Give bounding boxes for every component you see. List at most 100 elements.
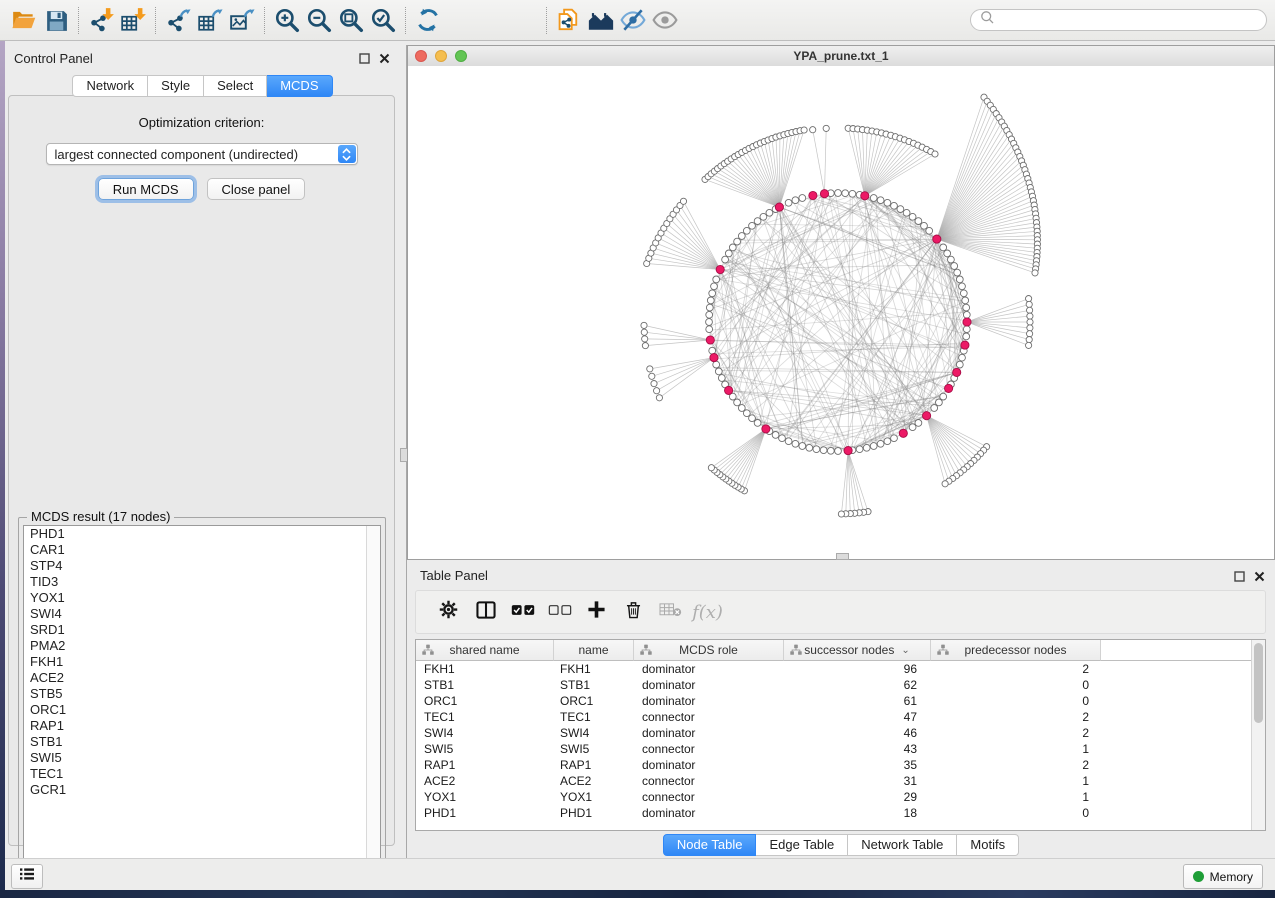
- graph-node[interactable]: [944, 250, 951, 257]
- column-header-predecessor-nodes[interactable]: predecessor nodes: [931, 640, 1101, 661]
- tab-motifs[interactable]: Motifs: [957, 834, 1019, 856]
- graph-leaf-node[interactable]: [942, 481, 948, 487]
- graph-leaf-node[interactable]: [1032, 270, 1038, 276]
- zoom-selected-button[interactable]: [367, 5, 399, 35]
- graph-node[interactable]: [915, 420, 922, 427]
- table-cell[interactable]: dominator: [634, 677, 784, 693]
- graph-node[interactable]: [877, 197, 884, 204]
- mcds-list-scrollbar[interactable]: [366, 526, 380, 883]
- table-scrollbar-thumb[interactable]: [1254, 643, 1263, 723]
- table-cell[interactable]: FKH1: [416, 661, 554, 677]
- float-panel-icon[interactable]: [359, 51, 370, 69]
- table-cell[interactable]: 2: [931, 725, 1101, 741]
- zoom-window-button[interactable]: [455, 50, 467, 62]
- optimization-criterion-select[interactable]: largest connected component (undirected): [46, 143, 358, 165]
- table-cell[interactable]: PHD1: [554, 805, 634, 821]
- graph-node[interactable]: [813, 446, 820, 453]
- graph-leaf-node[interactable]: [654, 388, 660, 394]
- graph-node[interactable]: [835, 190, 842, 197]
- graph-leaf-node[interactable]: [801, 127, 807, 133]
- graph-node[interactable]: [962, 297, 969, 304]
- graph-leaf-node[interactable]: [647, 366, 653, 372]
- network-overview-button[interactable]: [585, 5, 617, 35]
- graph-node[interactable]: [779, 435, 786, 442]
- graph-node[interactable]: [722, 256, 729, 263]
- table-row[interactable]: SWI4SWI4dominator462: [416, 725, 1265, 741]
- graph-node[interactable]: [806, 444, 813, 451]
- graph-hub-node[interactable]: [945, 384, 953, 392]
- memory-button[interactable]: Memory: [1183, 864, 1263, 889]
- mcds-result-item[interactable]: SWI4: [24, 606, 380, 622]
- table-cell[interactable]: dominator: [634, 805, 784, 821]
- table-cell[interactable]: 29: [784, 789, 931, 805]
- graph-leaf-node[interactable]: [642, 343, 648, 349]
- graph-leaf-node[interactable]: [1027, 313, 1033, 319]
- tab-network[interactable]: Network: [72, 75, 148, 97]
- graph-hub-node[interactable]: [775, 203, 783, 211]
- mcds-result-item[interactable]: RAP1: [24, 718, 380, 734]
- graph-node[interactable]: [940, 393, 947, 400]
- table-cell[interactable]: YOX1: [554, 789, 634, 805]
- graph-hub-node[interactable]: [953, 368, 961, 376]
- graph-node[interactable]: [891, 202, 898, 209]
- graph-node[interactable]: [948, 256, 955, 263]
- graph-leaf-node[interactable]: [708, 465, 714, 471]
- minimize-window-button[interactable]: [435, 50, 447, 62]
- close-panel-icon[interactable]: [379, 51, 390, 69]
- graph-leaf-node[interactable]: [1027, 325, 1033, 331]
- graph-leaf-node[interactable]: [838, 511, 844, 517]
- close-panel-button[interactable]: Close panel: [207, 178, 306, 200]
- table-cell[interactable]: STB1: [554, 677, 634, 693]
- graph-hub-node[interactable]: [861, 192, 869, 200]
- graph-node[interactable]: [820, 447, 827, 454]
- graph-hub-node[interactable]: [820, 190, 828, 198]
- graph-leaf-node[interactable]: [680, 198, 686, 204]
- graph-node[interactable]: [792, 440, 799, 447]
- table-cell[interactable]: RAP1: [416, 757, 554, 773]
- table-cell[interactable]: connector: [634, 709, 784, 725]
- table-cell[interactable]: 0: [931, 805, 1101, 821]
- graph-hub-node[interactable]: [716, 265, 724, 273]
- graph-node[interactable]: [940, 244, 947, 251]
- table-cell[interactable]: ORC1: [554, 693, 634, 709]
- export-table-button[interactable]: [194, 5, 226, 35]
- hide-graphics-details-button[interactable]: [617, 5, 649, 35]
- import-table-button[interactable]: [117, 5, 149, 35]
- graph-node[interactable]: [870, 443, 877, 450]
- run-mcds-button[interactable]: Run MCDS: [98, 178, 194, 200]
- graph-node[interactable]: [707, 297, 714, 304]
- table-row[interactable]: RAP1RAP1dominator352: [416, 757, 1265, 773]
- mcds-result-item[interactable]: TEC1: [24, 766, 380, 782]
- deselect-all-rows-button[interactable]: [541, 594, 578, 630]
- task-history-button[interactable]: [11, 864, 43, 889]
- export-image-button[interactable]: [226, 5, 258, 35]
- graph-node[interactable]: [766, 209, 773, 216]
- graph-hub-node[interactable]: [706, 336, 714, 344]
- graph-leaf-node[interactable]: [656, 395, 662, 401]
- float-table-panel-icon[interactable]: [1234, 569, 1245, 587]
- table-cell[interactable]: 2: [931, 757, 1101, 773]
- column-header-successor-nodes[interactable]: successor nodes⌄: [784, 640, 931, 661]
- zoom-in-button[interactable]: [271, 5, 303, 35]
- graph-node[interactable]: [963, 333, 970, 340]
- add-column-button[interactable]: [578, 594, 615, 630]
- graph-node[interactable]: [725, 250, 732, 257]
- graph-node[interactable]: [909, 424, 916, 431]
- graph-node[interactable]: [827, 447, 834, 454]
- graph-node[interactable]: [963, 311, 970, 318]
- graph-node[interactable]: [792, 197, 799, 204]
- graph-leaf-node[interactable]: [1026, 301, 1032, 307]
- graph-node[interactable]: [931, 405, 938, 412]
- table-row[interactable]: FKH1FKH1dominator962: [416, 661, 1265, 677]
- tab-node-table[interactable]: Node Table: [663, 834, 757, 856]
- select-all-rows-button[interactable]: [504, 594, 541, 630]
- table-cell[interactable]: connector: [634, 773, 784, 789]
- graph-node[interactable]: [963, 326, 970, 333]
- graph-leaf-node[interactable]: [641, 329, 647, 335]
- close-table-panel-icon[interactable]: [1254, 569, 1265, 587]
- table-cell[interactable]: PHD1: [416, 805, 554, 821]
- graph-node[interactable]: [718, 375, 725, 382]
- graph-leaf-node[interactable]: [642, 336, 648, 342]
- graph-node[interactable]: [849, 190, 856, 197]
- table-row[interactable]: YOX1YOX1connector291: [416, 789, 1265, 805]
